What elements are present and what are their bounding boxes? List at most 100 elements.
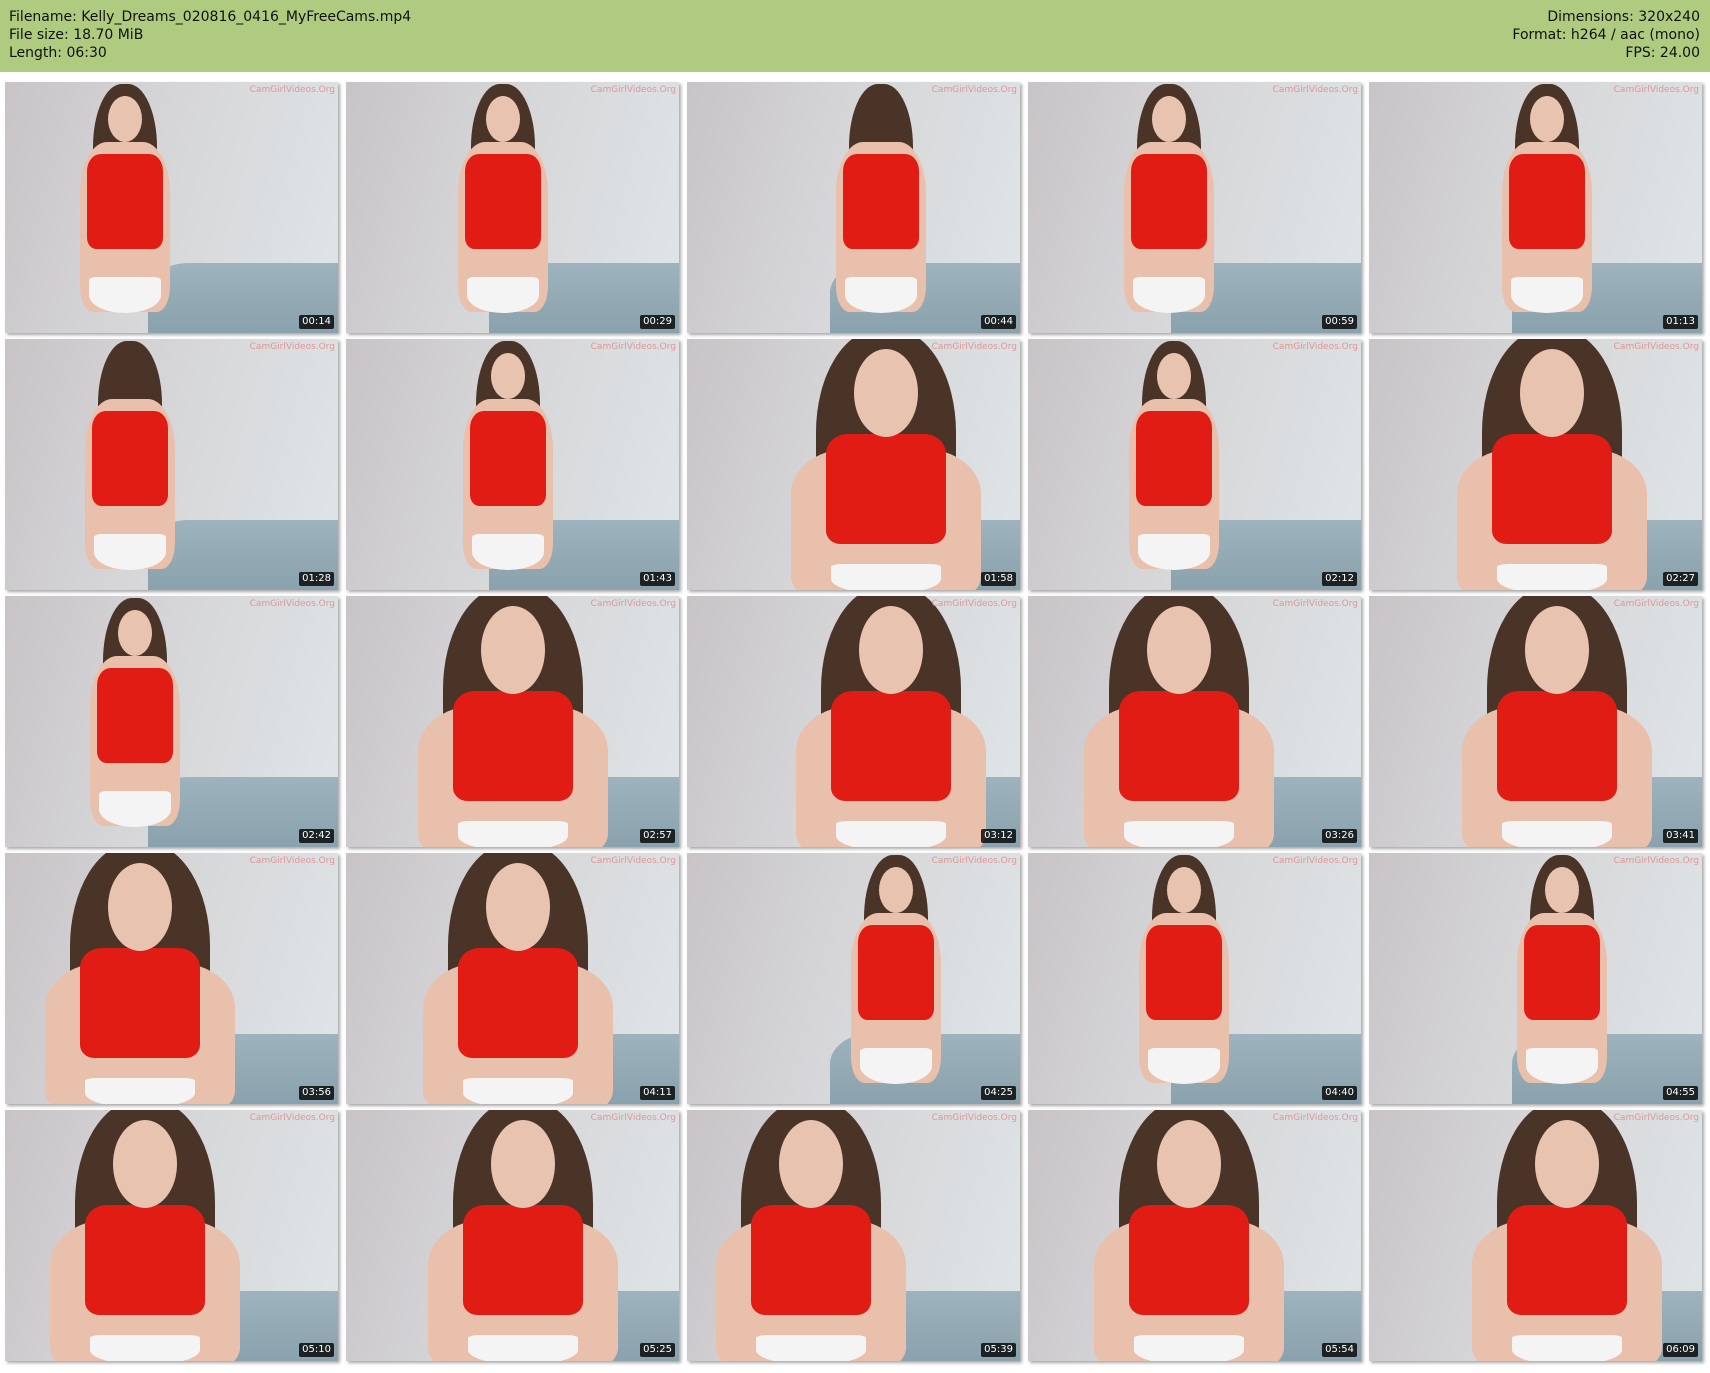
video-thumbnail: CamGirlVideos.Org 02:27 <box>1369 339 1702 590</box>
red-top-shape <box>1129 1205 1249 1315</box>
timestamp-label: 00:29 <box>640 315 675 329</box>
red-top-shape <box>1507 1205 1627 1315</box>
face-shape <box>486 863 550 951</box>
white-bottoms-shape <box>458 821 568 847</box>
person-figure <box>346 339 679 590</box>
face-shape <box>854 349 918 437</box>
face-shape <box>1530 96 1564 142</box>
video-thumbnail: CamGirlVideos.Org 02:42 <box>5 596 338 847</box>
person-figure <box>1369 1110 1702 1361</box>
face-shape <box>1167 867 1201 913</box>
white-bottoms-shape <box>836 821 946 847</box>
video-thumbnail: CamGirlVideos.Org 05:25 <box>346 1110 679 1361</box>
red-top-shape <box>463 1205 583 1315</box>
watermark-text: CamGirlVideos.Org <box>590 85 676 95</box>
person-figure <box>346 82 679 333</box>
watermark-text: CamGirlVideos.Org <box>931 342 1017 352</box>
timestamp-label: 03:12 <box>981 829 1016 843</box>
face-shape <box>491 1120 555 1208</box>
person-figure <box>5 82 338 333</box>
thumbnail-grid: CamGirlVideos.Org 00:14 CamGirlVideos.Org 0… <box>5 82 1705 1370</box>
red-top-shape <box>751 1205 871 1315</box>
face-shape <box>1545 867 1579 913</box>
white-bottoms-shape <box>99 791 171 827</box>
white-bottoms-shape <box>1138 534 1210 570</box>
video-thumbnail: CamGirlVideos.Org 05:54 <box>1028 1110 1361 1361</box>
watermark-text: CamGirlVideos.Org <box>1613 1113 1699 1123</box>
face-shape <box>108 863 172 951</box>
red-top-shape <box>97 668 173 763</box>
red-top-shape <box>1119 691 1239 801</box>
person-figure <box>346 1110 679 1361</box>
red-top-shape <box>465 154 541 249</box>
watermark-text: CamGirlVideos.Org <box>249 1113 335 1123</box>
video-thumbnail: CamGirlVideos.Org 04:55 <box>1369 853 1702 1104</box>
white-bottoms-shape <box>85 1078 195 1104</box>
timestamp-label: 02:42 <box>299 829 334 843</box>
red-top-shape <box>92 411 168 506</box>
timestamp-label: 01:28 <box>299 572 334 586</box>
white-bottoms-shape <box>1512 1335 1622 1361</box>
timestamp-label: 01:13 <box>1663 315 1698 329</box>
white-bottoms-shape <box>468 1335 578 1361</box>
fps-text: FPS: 24.00 <box>1625 45 1700 61</box>
timestamp-label: 06:09 <box>1663 1343 1698 1357</box>
video-thumbnail: CamGirlVideos.Org 02:12 <box>1028 339 1361 590</box>
face-shape <box>1525 606 1589 694</box>
watermark-text: CamGirlVideos.Org <box>1272 1113 1358 1123</box>
video-thumbnail: CamGirlVideos.Org 05:39 <box>687 1110 1020 1361</box>
person-figure <box>1369 596 1702 847</box>
white-bottoms-shape <box>1511 277 1583 313</box>
watermark-text: CamGirlVideos.Org <box>931 856 1017 866</box>
red-top-shape <box>453 691 573 801</box>
watermark-text: CamGirlVideos.Org <box>249 85 335 95</box>
filesize-text: File size: 18.70 MiB <box>9 27 144 43</box>
face-shape <box>481 606 545 694</box>
watermark-text: CamGirlVideos.Org <box>1613 85 1699 95</box>
watermark-text: CamGirlVideos.Org <box>1613 342 1699 352</box>
video-thumbnail: CamGirlVideos.Org 01:58 <box>687 339 1020 590</box>
watermark-text: CamGirlVideos.Org <box>590 342 676 352</box>
face-shape <box>108 96 142 142</box>
red-top-shape <box>831 691 951 801</box>
timestamp-label: 00:59 <box>1322 315 1357 329</box>
white-bottoms-shape <box>1526 1048 1598 1084</box>
face-shape <box>879 867 913 913</box>
video-thumbnail: CamGirlVideos.Org 06:09 <box>1369 1110 1702 1361</box>
face-shape <box>1152 96 1186 142</box>
timestamp-label: 05:39 <box>981 1343 1016 1357</box>
face-shape <box>491 353 525 399</box>
red-top-shape <box>1492 434 1612 544</box>
video-thumbnail: CamGirlVideos.Org 00:29 <box>346 82 679 333</box>
white-bottoms-shape <box>845 277 917 313</box>
white-bottoms-shape <box>1497 564 1607 590</box>
video-thumbnail: CamGirlVideos.Org 03:12 <box>687 596 1020 847</box>
timestamp-label: 01:58 <box>981 572 1016 586</box>
video-thumbnail: CamGirlVideos.Org 01:43 <box>346 339 679 590</box>
red-top-shape <box>1131 154 1207 249</box>
timestamp-label: 03:41 <box>1663 829 1698 843</box>
video-thumbnail: CamGirlVideos.Org 00:14 <box>5 82 338 333</box>
red-top-shape <box>1136 411 1212 506</box>
person-figure <box>1028 596 1361 847</box>
watermark-text: CamGirlVideos.Org <box>1272 599 1358 609</box>
video-thumbnail: CamGirlVideos.Org 05:10 <box>5 1110 338 1361</box>
white-bottoms-shape <box>1124 821 1234 847</box>
white-bottoms-shape <box>1134 1335 1244 1361</box>
person-figure <box>1028 1110 1361 1361</box>
video-thumbnail: CamGirlVideos.Org 04:40 <box>1028 853 1361 1104</box>
white-bottoms-shape <box>1502 821 1612 847</box>
red-top-shape <box>458 948 578 1058</box>
timestamp-label: 02:27 <box>1663 572 1698 586</box>
format-text: Format: h264 / aac (mono) <box>1512 27 1700 43</box>
video-thumbnail: CamGirlVideos.Org 03:26 <box>1028 596 1361 847</box>
face-shape <box>1157 1120 1221 1208</box>
white-bottoms-shape <box>472 534 544 570</box>
video-thumbnail: CamGirlVideos.Org 03:56 <box>5 853 338 1104</box>
person-figure <box>346 853 679 1104</box>
timestamp-label: 05:25 <box>640 1343 675 1357</box>
video-thumbnail: CamGirlVideos.Org 01:13 <box>1369 82 1702 333</box>
red-top-shape <box>843 154 919 249</box>
red-top-shape <box>1146 925 1222 1020</box>
white-bottoms-shape <box>756 1335 866 1361</box>
